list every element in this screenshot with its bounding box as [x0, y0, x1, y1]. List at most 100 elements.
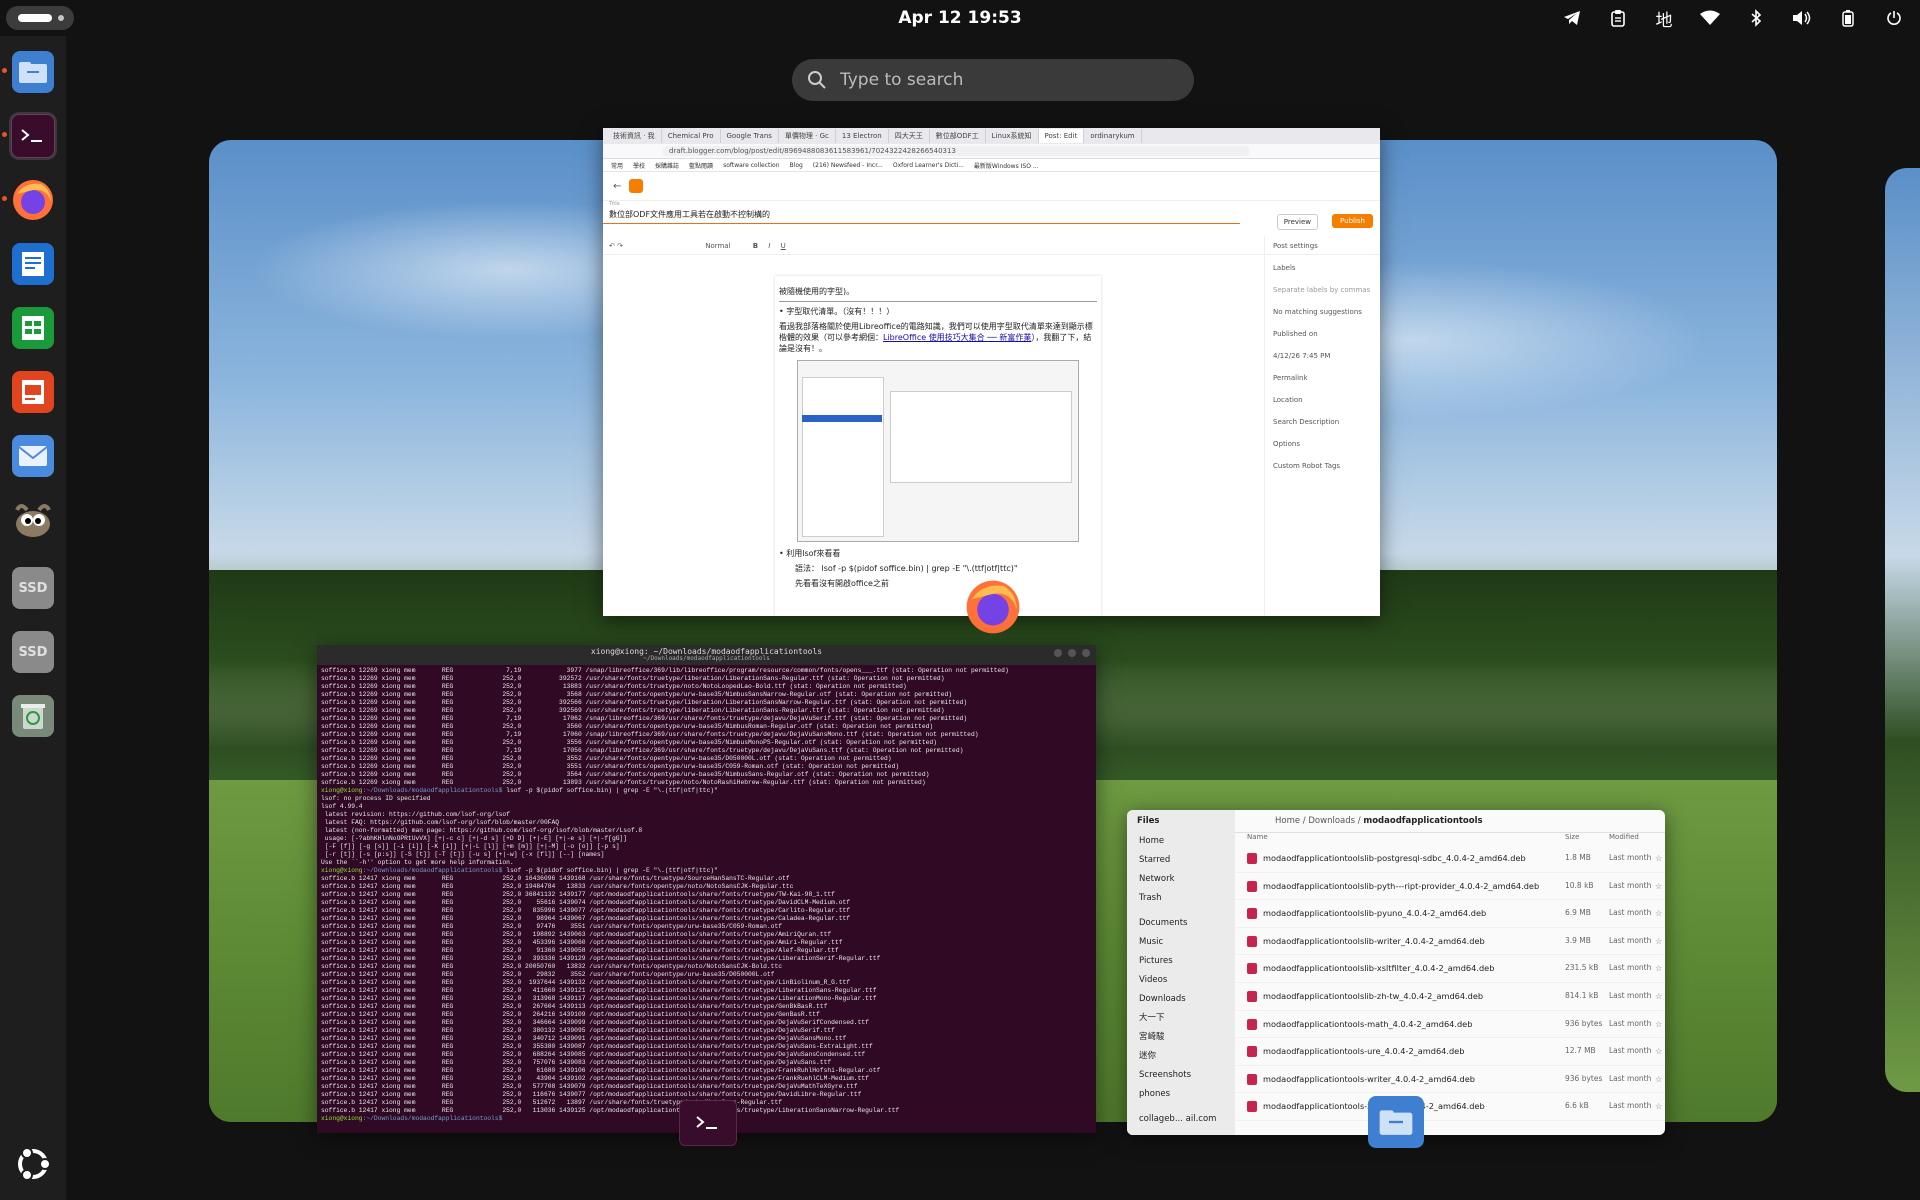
dock-libreoffice-calc[interactable]	[9, 304, 57, 352]
star-icon[interactable]: ☆	[1655, 983, 1662, 1010]
power-icon[interactable]	[1882, 6, 1906, 30]
terminal-output[interactable]: soffice.b 12269 xiong mem REG 7,19 3977 …	[317, 665, 1096, 1125]
star-icon[interactable]: ☆	[1655, 845, 1662, 872]
browser-tab[interactable]: 技術資訊 · 我	[607, 129, 662, 143]
star-icon[interactable]: ☆	[1655, 955, 1662, 982]
italic-icon[interactable]: I	[768, 242, 770, 250]
file-row[interactable]: modaodfapplicationtoolslib-xsltfilter_4.…	[1235, 955, 1665, 983]
bookmark[interactable]: 常用	[611, 161, 623, 170]
dock-gimp[interactable]	[9, 496, 57, 544]
custom-robot-tags-section[interactable]: Custom Robot Tags	[1273, 462, 1372, 470]
bookmark[interactable]: 學校	[633, 161, 645, 170]
star-icon[interactable]: ☆	[1655, 873, 1662, 900]
file-row[interactable]: modaodfapplicationtools-math_4.0.4-2_amd…	[1235, 1011, 1665, 1039]
browser-tab[interactable]: 13 Electron	[836, 129, 889, 143]
sidebar-item-trash[interactable]: Trash	[1127, 889, 1235, 908]
file-row[interactable]: modaodfapplicationtoolslib-zh-tw_4.0.4-2…	[1235, 983, 1665, 1011]
browser-tab[interactable]: 單價物理 · Gc	[779, 129, 836, 143]
clipboard-icon[interactable]	[1606, 6, 1630, 30]
column-modified[interactable]: Modified	[1609, 833, 1639, 841]
labels-section[interactable]: Labels	[1273, 264, 1372, 272]
star-icon[interactable]: ☆	[1655, 928, 1662, 955]
wifi-icon[interactable]	[1698, 6, 1722, 30]
firefox-window[interactable]: 技術資訊 · 我 Chemical Pro Google Trans 單價物理 …	[603, 128, 1380, 616]
dock-thunderbird[interactable]	[9, 432, 57, 480]
bookmark[interactable]: 最新版Windows ISO ...	[974, 161, 1039, 170]
sidebar-item-screenshots[interactable]: Screenshots	[1127, 1066, 1235, 1085]
file-row[interactable]: modaodfapplicationtools-ure_4.0.4-2_amd6…	[1235, 1038, 1665, 1066]
search-description-section[interactable]: Search Description	[1273, 418, 1372, 426]
bookmark[interactable]: Blog	[790, 162, 803, 169]
bookmark[interactable]: software collection	[723, 162, 779, 169]
terminal-titlebar[interactable]: xiong@xiong: ~/Downloads/modaodfapplicat…	[317, 645, 1096, 665]
browser-tab-active[interactable]: Post: Edit	[1038, 129, 1085, 143]
search-input[interactable]	[838, 69, 1172, 91]
file-row[interactable]: modaodfapplicationtoolslib-pyuno_4.0.4-2…	[1235, 900, 1665, 928]
paragraph-style-select[interactable]: Normal	[705, 242, 730, 250]
sidebar-item-starred[interactable]: Starred	[1127, 851, 1235, 870]
browser-tab[interactable]: ordinarykum	[1084, 129, 1142, 143]
battery-icon[interactable]	[1836, 6, 1860, 30]
overview-search[interactable]	[792, 59, 1194, 101]
sidebar-item-documents[interactable]: Documents	[1127, 914, 1235, 933]
telegram-icon[interactable]	[1560, 6, 1584, 30]
file-row[interactable]: modaodfapplicationtools-xsltfilter_4.0.4…	[1235, 1093, 1665, 1121]
workspace-thumbnail-next[interactable]	[1885, 168, 1920, 1092]
options-section[interactable]: Options	[1273, 440, 1372, 448]
preview-button[interactable]: Preview	[1276, 214, 1318, 230]
publish-button[interactable]: Publish	[1332, 214, 1373, 228]
files-window[interactable]: Files Home Starred Network Trash Documen…	[1127, 810, 1665, 1135]
file-row[interactable]: modaodfapplicationtoolslib-writer_4.0.4-…	[1235, 928, 1665, 956]
undo-icon[interactable]: ↶	[609, 242, 615, 250]
dock-trash[interactable]	[9, 692, 57, 740]
star-icon[interactable]: ☆	[1655, 1066, 1662, 1093]
browser-tab[interactable]: Chemical Pro	[662, 129, 721, 143]
breadcrumb-current[interactable]: modaodfapplicationtools	[1363, 816, 1482, 826]
file-row[interactable]: modaodfapplicationtoolslib-pyth---ript-p…	[1235, 873, 1665, 901]
dock-ssd-drive-2[interactable]: SSD	[9, 628, 57, 676]
browser-tab[interactable]: Linux系統知	[986, 129, 1039, 143]
column-name[interactable]: Name	[1247, 833, 1268, 841]
sidebar-item-videos[interactable]: Videos	[1127, 971, 1235, 990]
location-section[interactable]: Location	[1273, 396, 1372, 404]
activities-button[interactable]	[6, 6, 74, 30]
star-icon[interactable]: ☆	[1655, 1038, 1662, 1065]
close-icon[interactable]	[1082, 649, 1090, 657]
bookmark[interactable]: 採購雜誌	[655, 161, 679, 170]
published-on-label[interactable]: Published on	[1273, 330, 1372, 338]
browser-tab[interactable]: 四大天王	[889, 129, 930, 143]
file-row[interactable]: modaodfapplicationtools-writer_4.0.4-2_a…	[1235, 1066, 1665, 1094]
post-title-input[interactable]: 數位部ODF文件應用工具若在啟動不控制構的	[603, 205, 1240, 224]
star-icon[interactable]: ☆	[1655, 1011, 1662, 1038]
maximize-icon[interactable]	[1068, 649, 1076, 657]
show-apps-button[interactable]	[9, 1140, 57, 1188]
dock-terminal[interactable]	[9, 112, 57, 160]
dock-files[interactable]	[9, 48, 57, 96]
terminal-window[interactable]: xiong@xiong: ~/Downloads/modaodfapplicat…	[317, 645, 1096, 1133]
back-arrow-icon[interactable]: ←	[613, 181, 621, 192]
sidebar-item-phones[interactable]: phones	[1127, 1085, 1235, 1104]
permalink-section[interactable]: Permalink	[1273, 374, 1372, 382]
sidebar-item-downloads[interactable]: Downloads	[1127, 990, 1235, 1009]
bookmark[interactable]: 藍點閱讀	[689, 161, 713, 170]
sidebar-item-bookmark[interactable]: 大一下	[1127, 1009, 1235, 1028]
sidebar-item-account[interactable]: collageb... ail.com	[1127, 1110, 1235, 1129]
breadcrumb-home[interactable]: Home	[1275, 816, 1300, 826]
column-size[interactable]: Size	[1565, 833, 1579, 841]
browser-tab[interactable]: Google Trans	[721, 129, 779, 143]
browser-tab[interactable]: 數位部ODF工	[930, 129, 986, 143]
underline-icon[interactable]: U	[781, 242, 786, 250]
dock-ssd-drive-1[interactable]: SSD	[9, 564, 57, 612]
post-editor[interactable]: 被隨機使用的字型)。 • 字型取代清單。（沒有！！！） 看過我部落格關於使用Li…	[775, 276, 1101, 616]
dock-firefox[interactable]	[9, 176, 57, 224]
system-tray[interactable]: 地	[1538, 6, 1906, 31]
star-icon[interactable]: ☆	[1655, 1093, 1662, 1120]
bookmark[interactable]: Oxford Learner's Dicti...	[893, 162, 964, 169]
star-icon[interactable]: ☆	[1655, 900, 1662, 927]
minimize-icon[interactable]	[1054, 649, 1062, 657]
file-row[interactable]: modaodfapplicationtoolslib-postgresql-sd…	[1235, 845, 1665, 873]
embedded-screenshot[interactable]	[797, 360, 1079, 542]
sidebar-item-music[interactable]: Music	[1127, 933, 1235, 952]
blogger-logo-icon[interactable]	[629, 179, 644, 193]
sidebar-item-home[interactable]: Home	[1127, 832, 1235, 851]
